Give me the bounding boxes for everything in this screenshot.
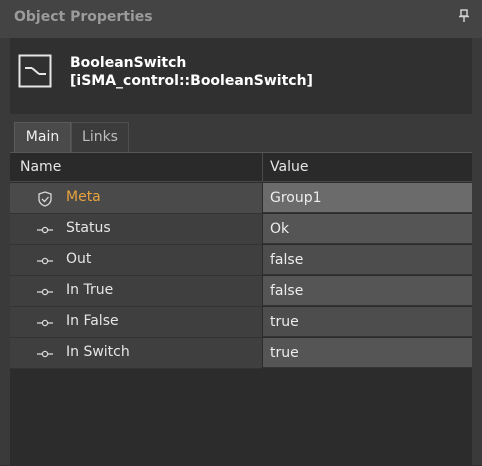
column-header-value[interactable]: Value xyxy=(270,159,308,175)
slot-icon xyxy=(36,222,54,236)
name-cell: Out xyxy=(10,245,262,276)
value-cell[interactable]: Ok xyxy=(263,214,472,244)
column-divider[interactable] xyxy=(262,153,263,182)
slot-icon xyxy=(36,284,54,298)
column-header-name[interactable]: Name xyxy=(20,159,61,175)
tab-links[interactable]: Links xyxy=(71,122,129,152)
name-cell: Meta xyxy=(10,183,262,214)
name-cell: Status xyxy=(10,214,262,245)
pin-icon[interactable] xyxy=(458,9,470,23)
table-header: Name Value xyxy=(10,153,472,182)
table-empty-area xyxy=(10,369,472,466)
row-name: Out xyxy=(66,251,92,267)
panel-titlebar: Object Properties xyxy=(0,0,482,38)
value-cell[interactable]: Group1 xyxy=(263,183,472,213)
slot-icon xyxy=(36,346,54,360)
slot-icon xyxy=(36,315,54,329)
row-name: In False xyxy=(66,313,119,329)
row-name: Meta xyxy=(66,189,101,205)
boolean-switch-icon xyxy=(18,54,52,88)
properties-table: Name Value Meta Group1 Status Ok Out fal… xyxy=(10,152,472,466)
slot-icon xyxy=(36,253,54,267)
value-cell[interactable]: false xyxy=(263,245,472,275)
table-row[interactable]: Out false xyxy=(10,245,472,276)
table-row[interactable]: Meta Group1 xyxy=(10,183,472,214)
object-name: BooleanSwitch xyxy=(70,55,187,71)
name-cell: In Switch xyxy=(10,338,262,369)
table-row[interactable]: In Switch true xyxy=(10,338,472,369)
value-cell[interactable]: true xyxy=(263,307,472,337)
row-name: Status xyxy=(66,220,111,236)
table-row[interactable]: Status Ok xyxy=(10,214,472,245)
row-name: In True xyxy=(66,282,114,298)
value-cell[interactable]: false xyxy=(263,276,472,306)
object-header: BooleanSwitch [iSMA_control::BooleanSwit… xyxy=(10,38,472,114)
table-row[interactable]: In True false xyxy=(10,276,472,307)
row-name: In Switch xyxy=(66,344,130,360)
tab-bar: Main Links xyxy=(10,114,472,152)
name-cell: In False xyxy=(10,307,262,338)
shield-icon xyxy=(36,191,54,207)
panel-title: Object Properties xyxy=(14,9,153,25)
tab-main[interactable]: Main xyxy=(14,122,71,152)
table-body: Meta Group1 Status Ok Out false In True … xyxy=(10,183,472,369)
object-properties-panel: Object Properties BooleanSwitch [iSMA_co… xyxy=(0,0,482,466)
name-cell: In True xyxy=(10,276,262,307)
table-row[interactable]: In False true xyxy=(10,307,472,338)
value-cell[interactable]: true xyxy=(263,338,472,368)
object-type: [iSMA_control::BooleanSwitch] xyxy=(70,73,313,89)
